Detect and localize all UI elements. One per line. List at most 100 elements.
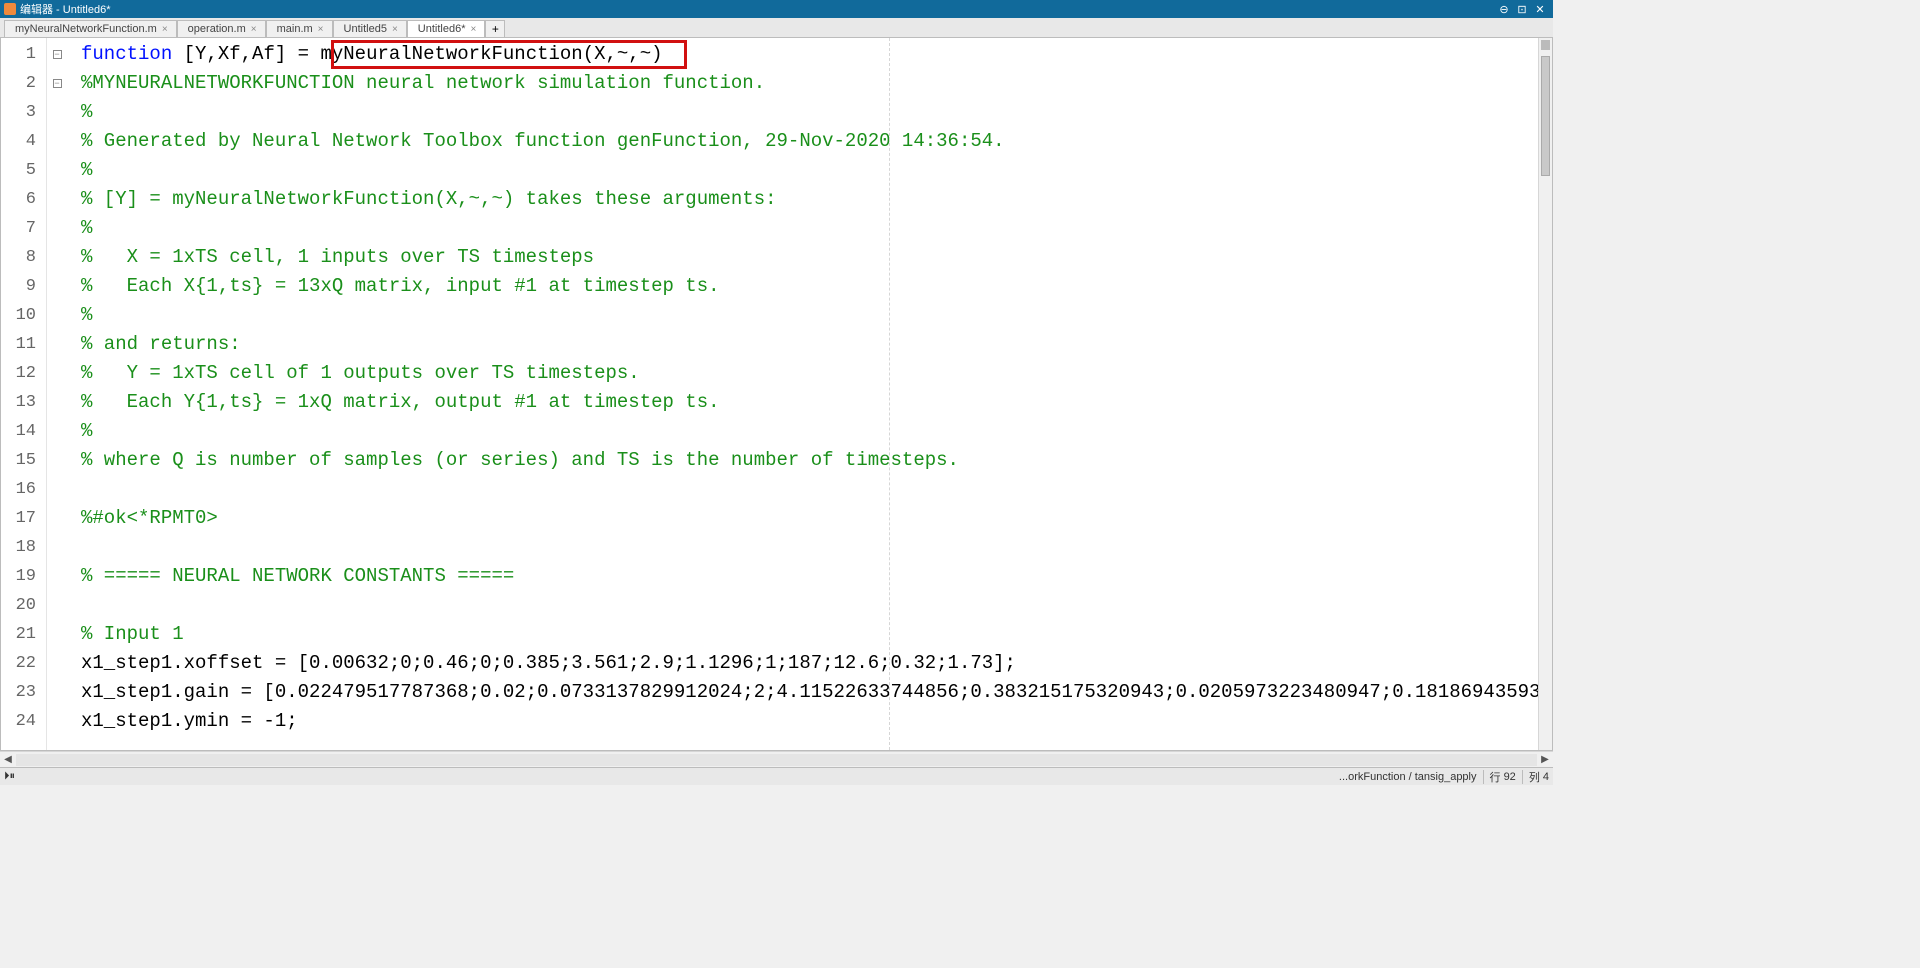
tab-myneuralnetworkfunction[interactable]: myNeuralNetworkFunction.m × [4,20,177,37]
code-line[interactable]: % where Q is number of samples (or serie… [67,446,1538,475]
scroll-right-icon[interactable]: ▶ [1537,752,1553,768]
code-line[interactable]: x1_step1.xoffset = [0.00632;0;0.46;0;0.3… [67,649,1538,678]
status-function: ...orkFunction / tansig_apply [1339,771,1477,783]
line-number: 4 [1,127,46,156]
minimize-button[interactable]: ⊖ [1495,2,1513,16]
tab-main[interactable]: main.m × [266,20,333,37]
line-number: 23 [1,678,46,707]
line-number: 15 [1,446,46,475]
code-line[interactable]: %MYNEURALNETWORKFUNCTION neural network … [67,69,1538,98]
fold-cell [47,156,67,185]
tab-operation[interactable]: operation.m × [177,20,266,37]
code-line[interactable]: % [67,98,1538,127]
code-line[interactable]: % [67,214,1538,243]
fold-cell [47,620,67,649]
fold-cell [47,301,67,330]
ruler-thumb[interactable] [1541,56,1550,176]
status-bar: ⏵⏸ ...orkFunction / tansig_apply 行 92 列 … [0,767,1553,785]
code-line[interactable]: function [Y,Xf,Af] = myNeuralNetworkFunc… [67,40,1538,69]
tab-label: Untitled5 [344,23,387,35]
code-line[interactable]: % [Y] = myNeuralNetworkFunction(X,~,~) t… [67,185,1538,214]
line-number: 18 [1,533,46,562]
fold-cell[interactable]: − [47,69,67,98]
fold-cell [47,272,67,301]
fold-cell [47,562,67,591]
code-line[interactable] [67,475,1538,504]
title-bar: 编辑器 - Untitled6* ⊖ ⊡ ✕ [0,0,1553,18]
status-col: 4 [1543,771,1549,783]
fold-cell [47,707,67,736]
code-line[interactable]: % Generated by Neural Network Toolbox fu… [67,127,1538,156]
code-line[interactable]: % Each X{1,ts} = 13xQ matrix, input #1 a… [67,272,1538,301]
line-number: 7 [1,214,46,243]
line-number: 8 [1,243,46,272]
close-icon[interactable]: × [251,24,257,35]
fold-cell [47,533,67,562]
close-icon[interactable]: × [470,24,476,35]
code-line[interactable]: % [67,301,1538,330]
code-line[interactable]: % X = 1xTS cell, 1 inputs over TS timest… [67,243,1538,272]
line-number: 20 [1,591,46,620]
fold-cell [47,243,67,272]
code-line[interactable]: % Each Y{1,ts} = 1xQ matrix, output #1 a… [67,388,1538,417]
line-number: 1 [1,40,46,69]
app-icon [4,3,16,15]
fold-cell[interactable] [47,446,67,475]
scroll-left-icon[interactable]: ◀ [0,752,16,768]
code-area[interactable]: function [Y,Xf,Af] = myNeuralNetworkFunc… [67,38,1538,750]
code-line[interactable]: % Y = 1xTS cell of 1 outputs over TS tim… [67,359,1538,388]
fold-cell [47,475,67,504]
line-number: 17 [1,504,46,533]
line-number: 16 [1,475,46,504]
horizontal-scrollbar[interactable]: ◀ ▶ [0,751,1553,767]
close-icon[interactable]: × [162,24,168,35]
code-line[interactable]: % [67,417,1538,446]
line-number: 3 [1,98,46,127]
line-number: 13 [1,388,46,417]
tab-untitled6[interactable]: Untitled6* × [407,20,486,37]
tab-label: Untitled6* [418,23,466,35]
close-button[interactable]: ✕ [1531,2,1549,16]
line-number: 24 [1,707,46,736]
fold-cell [47,214,67,243]
code-minimap-ruler[interactable] [1538,38,1552,750]
fold-cell [47,417,67,446]
line-number: 12 [1,359,46,388]
fold-cell [47,98,67,127]
line-number: 14 [1,417,46,446]
line-number: 6 [1,185,46,214]
code-line[interactable]: % and returns: [67,330,1538,359]
fold-column: −− [47,38,67,750]
code-line[interactable]: % ===== NEURAL NETWORK CONSTANTS ===== [67,562,1538,591]
fold-cell[interactable]: − [47,40,67,69]
tab-untitled5[interactable]: Untitled5 × [333,20,407,37]
fold-cell [47,185,67,214]
close-icon[interactable]: × [318,24,324,35]
maximize-button[interactable]: ⊡ [1513,2,1531,16]
code-line[interactable]: % Input 1 [67,620,1538,649]
fold-cell [47,388,67,417]
code-line[interactable]: x1_step1.gain = [0.022479517787368;0.02;… [67,678,1538,707]
close-icon[interactable]: × [392,24,398,35]
line-number: 19 [1,562,46,591]
tab-bar: myNeuralNetworkFunction.m × operation.m … [0,18,1553,38]
fold-cell [47,591,67,620]
line-number: 10 [1,301,46,330]
line-number: 21 [1,620,46,649]
fold-minus-icon[interactable]: − [53,79,62,88]
add-tab-button[interactable]: + [485,20,505,37]
line-number: 2 [1,69,46,98]
tab-label: operation.m [188,23,246,35]
line-number: 11 [1,330,46,359]
code-line[interactable] [67,591,1538,620]
status-col-label: 列 [1529,769,1540,785]
status-row: 92 [1504,771,1516,783]
fold-minus-icon[interactable]: − [53,50,62,59]
code-line[interactable]: %#ok<*RPMT0> [67,504,1538,533]
fold-cell [47,359,67,388]
code-line[interactable]: % [67,156,1538,185]
code-line[interactable]: x1_step1.ymin = -1; [67,707,1538,736]
code-line[interactable] [67,533,1538,562]
scroll-track[interactable] [16,754,1537,766]
fold-cell [47,330,67,359]
